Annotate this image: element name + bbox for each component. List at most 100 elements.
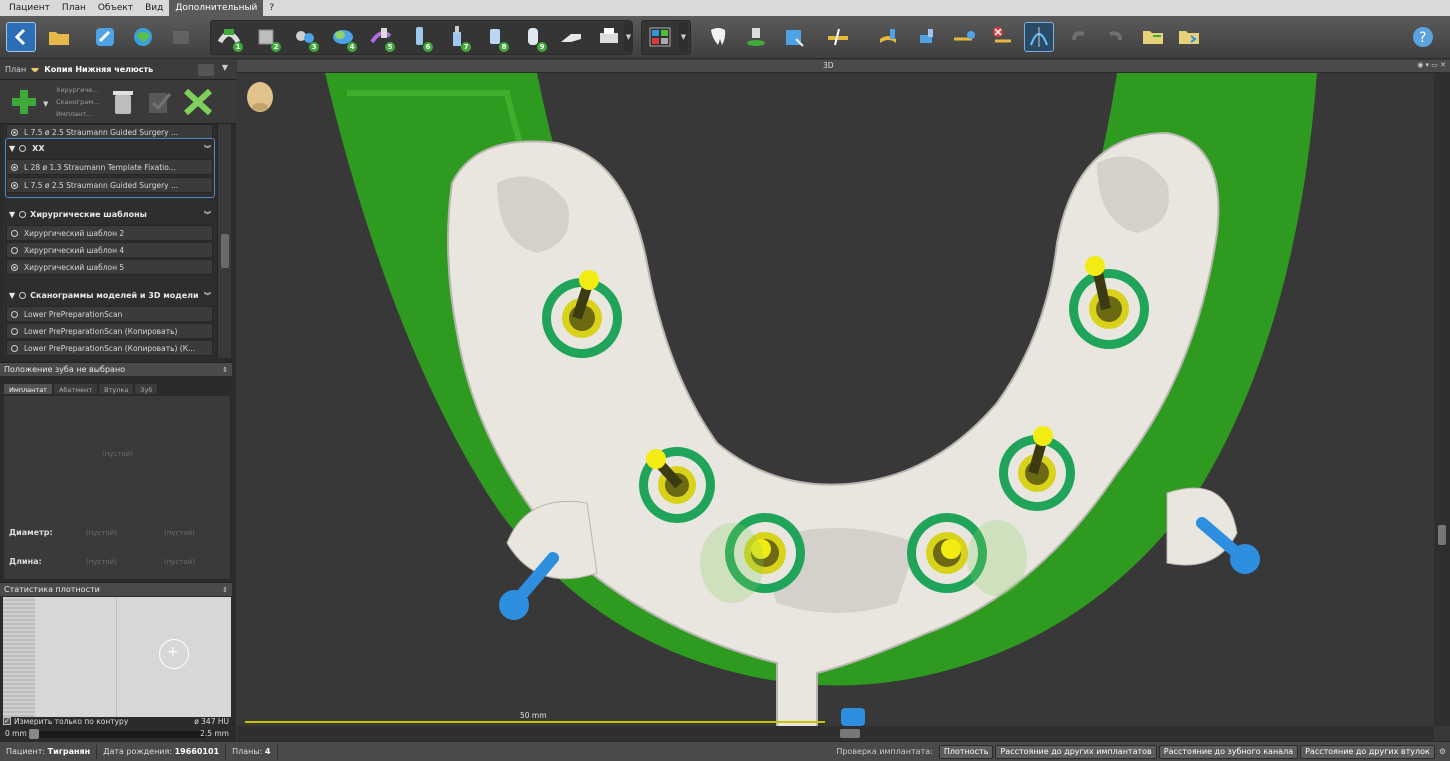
tool-5-button[interactable]: 5	[366, 22, 396, 52]
collapse-chevron-icon[interactable]: ︾	[204, 210, 211, 220]
sleeve-distance-button[interactable]: Расстояние до других втулок	[1300, 744, 1435, 759]
back-button[interactable]	[6, 22, 36, 52]
open-folder-button[interactable]	[44, 22, 74, 52]
radio-icon[interactable]	[11, 181, 18, 189]
collapse-chevron-icon[interactable]: ︾	[204, 144, 211, 154]
menu-object[interactable]: Объект	[92, 0, 139, 16]
tree-row-template-4[interactable]: Хирургический шаблон 4	[6, 242, 213, 258]
group-visibility-icon[interactable]	[19, 292, 27, 299]
viewport-hscroll[interactable]	[237, 726, 1434, 741]
box-button[interactable]	[779, 22, 809, 52]
redo-button[interactable]	[1100, 22, 1130, 52]
reposition-icon[interactable]	[183, 88, 213, 116]
tab-tooth[interactable]: Зуб	[134, 383, 159, 395]
settings-gear-icon[interactable]: ⚙	[1435, 747, 1450, 756]
layout-button[interactable]	[645, 22, 675, 52]
list-view-button[interactable]	[198, 64, 214, 76]
add-dropdown[interactable]: ▼	[43, 100, 48, 108]
help-button[interactable]: ?	[1408, 22, 1438, 52]
tool-6-button[interactable]: 6	[404, 22, 434, 52]
group-visibility-icon[interactable]	[19, 145, 27, 152]
menu-plan[interactable]: План	[56, 0, 92, 16]
tool-3-button[interactable]: 3	[290, 22, 320, 52]
range-knob[interactable]	[29, 729, 39, 739]
tool-4-button[interactable]: 4	[328, 22, 358, 52]
hscroll-thumb[interactable]	[840, 729, 860, 738]
vscroll-thumb[interactable]	[1438, 525, 1446, 545]
panoramic-button[interactable]	[1024, 22, 1054, 52]
length-value-2[interactable]: (пустой)	[164, 558, 195, 566]
crown-button[interactable]	[741, 22, 771, 52]
tree-row-template-2[interactable]: Хирургический шаблон 2	[6, 225, 213, 241]
viewport-vscroll[interactable]	[1434, 73, 1450, 726]
add-icon[interactable]	[10, 88, 38, 116]
section-dropdown-icon[interactable]: ⇕	[222, 363, 228, 377]
import-folder-button[interactable]	[1174, 22, 1204, 52]
tab-implant[interactable]: Имплантат	[3, 383, 53, 395]
print-dropdown[interactable]: ▼	[624, 22, 633, 52]
dental-scene[interactable]	[237, 73, 1434, 726]
tree-row-template-5[interactable]: Хирургический шаблон 5	[6, 259, 213, 275]
menu-help[interactable]: ?	[263, 0, 280, 16]
tooth-position-section[interactable]: Положение зуба не выбрано ⇕	[0, 362, 232, 376]
implant-distance-button[interactable]: Расстояние до других имплантатов	[995, 744, 1157, 759]
menu-patient[interactable]: Пациент	[3, 0, 56, 16]
print-button[interactable]	[594, 22, 624, 52]
tool-9-button[interactable]: 9	[518, 22, 548, 52]
measure-contour-checkbox[interactable]: ✓	[3, 717, 11, 725]
collapse-chevron-icon[interactable]: ︾	[204, 291, 211, 301]
group-visibility-icon[interactable]	[19, 211, 27, 218]
tool-1-button[interactable]: 1	[214, 22, 244, 52]
diameter-value-1[interactable]: (пустой)	[86, 529, 117, 537]
group-header-scans[interactable]: ▼ Сканограммы моделей и 3D модели ︾	[3, 288, 215, 303]
tooth-button[interactable]	[703, 22, 733, 52]
tool-7-button[interactable]: 7	[442, 22, 472, 52]
layout-dropdown[interactable]: ▼	[679, 22, 688, 52]
tree-row-xx-1[interactable]: L 7.5 ø 2.5 Straumann Guided Surgery ...	[6, 177, 213, 193]
link-button[interactable]	[90, 22, 120, 52]
tool-8-button[interactable]: 8	[480, 22, 510, 52]
radio-icon[interactable]	[11, 128, 18, 136]
tree-row-xx-0[interactable]: L 28 ø 1.3 Straumann Template Fixatio...	[6, 159, 213, 175]
tree-row-scan-0[interactable]: Lower PrePreparationScan	[6, 306, 213, 322]
trash-icon[interactable]	[110, 88, 136, 116]
tree-scrollbar[interactable]	[217, 124, 231, 358]
fixation-pin-left[interactable]	[499, 552, 559, 620]
group-header-xx[interactable]: ▼ XX ︾	[3, 141, 215, 156]
tree-row-scan-2[interactable]: Lower PrePreparationScan (Копировать) (К…	[6, 340, 213, 356]
distance-button[interactable]	[949, 22, 979, 52]
radio-icon[interactable]	[11, 263, 18, 271]
scene-canvas[interactable]: 50 mm	[237, 73, 1434, 726]
export-folder-button[interactable]	[1138, 22, 1168, 52]
canal-distance-button[interactable]: Расстояние до зубного канала	[1158, 744, 1299, 759]
pin-button[interactable]	[911, 22, 941, 52]
tab-abutment[interactable]: Абатмент	[52, 383, 99, 395]
section-dropdown-icon[interactable]: ⇕	[222, 583, 228, 597]
tree-row-scan-1[interactable]: Lower PrePreparationScan (Копировать)	[6, 323, 213, 339]
radio-icon[interactable]	[11, 229, 18, 237]
viewport-controls[interactable]: ◉ ▾ ▭ ✕	[1417, 61, 1446, 69]
density-check-button[interactable]: Плотность	[938, 744, 994, 759]
menu-view[interactable]: Вид	[139, 0, 169, 16]
radio-icon[interactable]	[11, 310, 18, 318]
radio-icon[interactable]	[11, 344, 18, 352]
undo-button[interactable]	[1064, 22, 1094, 52]
remove-check-button[interactable]	[987, 22, 1017, 52]
tool-2-button[interactable]: 2	[252, 22, 282, 52]
menu-additional[interactable]: Дополнительный	[169, 0, 264, 16]
plan-dropdown[interactable]: ▼	[222, 63, 228, 72]
tab-sleeve[interactable]: Втулка	[98, 383, 135, 395]
tree-scroll-thumb[interactable]	[221, 234, 229, 268]
diameter-value-2[interactable]: (пустой)	[164, 529, 195, 537]
measure-angle-button[interactable]	[823, 22, 853, 52]
range-track[interactable]	[29, 731, 205, 738]
tube-button[interactable]	[873, 22, 903, 52]
density-section[interactable]: Статистика плотности ⇕	[0, 582, 232, 596]
fixation-pin-bottom[interactable]	[841, 708, 865, 726]
disabled-tool-button[interactable]	[166, 22, 196, 52]
radio-icon[interactable]	[11, 163, 18, 171]
orientation-head-icon[interactable]	[247, 82, 273, 112]
radio-icon[interactable]	[11, 246, 18, 254]
group-header-templates[interactable]: ▼ Хирургические шаблоны ︾	[3, 207, 215, 222]
length-value-1[interactable]: (пустой)	[86, 558, 117, 566]
